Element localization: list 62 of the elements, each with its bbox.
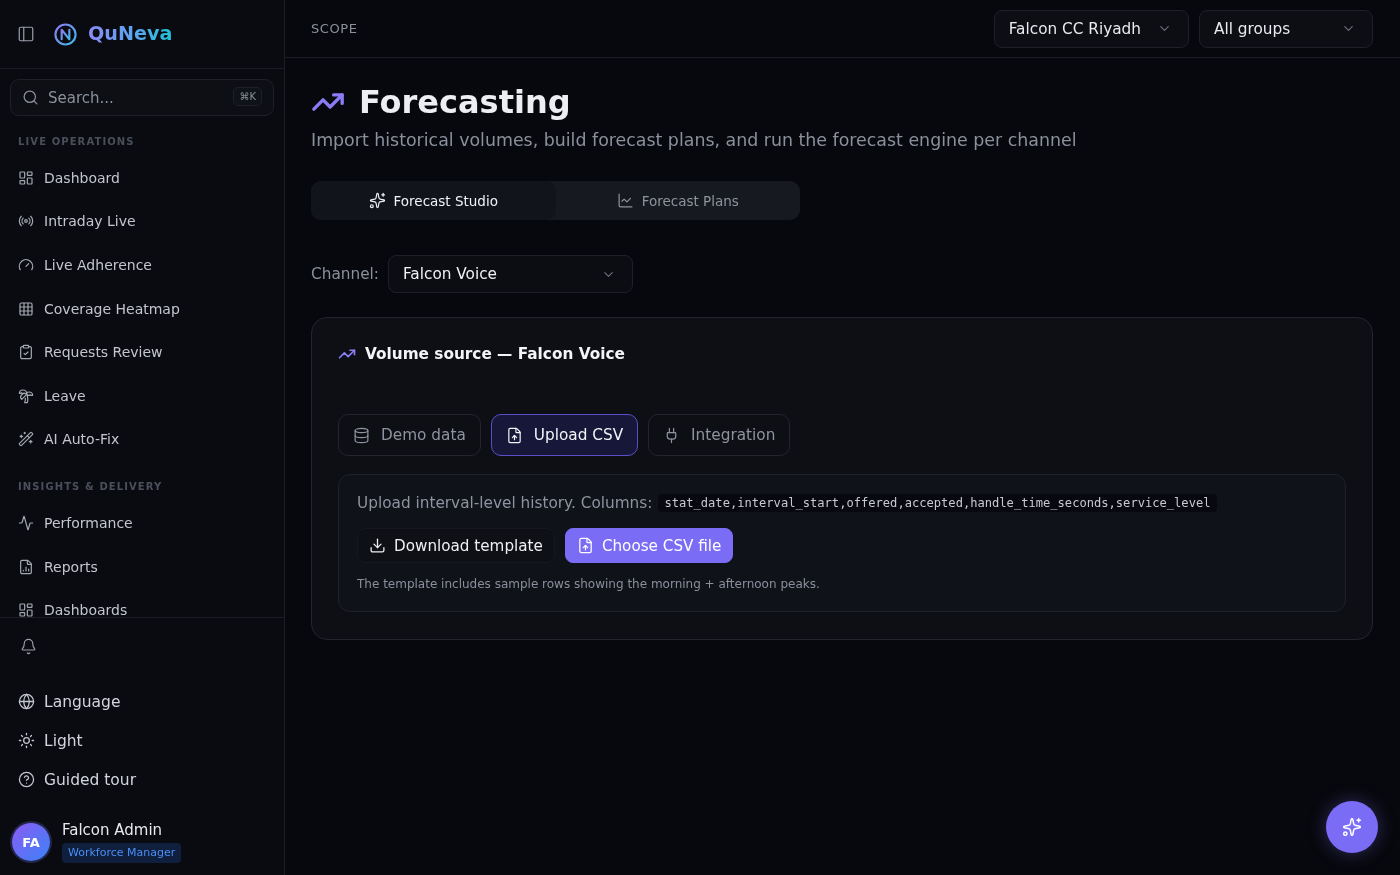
- palm-tree-icon: [18, 387, 34, 404]
- scope-dropdown[interactable]: All groups: [1199, 9, 1373, 48]
- nav-item[interactable]: Intraday Live: [10, 199, 274, 244]
- source-option[interactable]: Integration: [648, 414, 791, 456]
- source-option[interactable]: Demo data: [338, 414, 481, 456]
- layout-grid-icon: [18, 602, 34, 617]
- file-upload-icon: [505, 426, 523, 444]
- sidebar-toggle-button[interactable]: [17, 25, 35, 43]
- assistant-button[interactable]: [1326, 801, 1378, 853]
- card-title: Volume source — Falcon Voice: [365, 345, 625, 363]
- page-subtitle: Import historical volumes, build forecast plans, and run the forecast engine per channel: [311, 129, 1078, 152]
- upload-instructions: Upload interval-level history. Columns:: [357, 494, 653, 512]
- layout-grid-icon: [18, 169, 34, 186]
- bell-icon: [19, 637, 37, 655]
- footer-menu-item[interactable]: Light: [10, 721, 274, 760]
- pulse-line-icon: [18, 514, 34, 531]
- database-icon: [353, 426, 370, 444]
- globe-icon: [18, 693, 35, 710]
- magic-wand-icon: [18, 431, 34, 448]
- nav-item[interactable]: Requests Review: [10, 330, 274, 374]
- template-note: The template includes sample rows showing the morning + afternoon peaks.: [357, 577, 821, 591]
- nav-item[interactable]: Live Adherence: [10, 243, 274, 287]
- role-tag: Workforce Manager: [62, 843, 182, 863]
- section-heading: LIVE OPERATIONS: [17, 135, 136, 149]
- scope-dropdown[interactable]: Falcon CC Riyadh: [993, 9, 1189, 48]
- logo-icon: [54, 22, 77, 46]
- nav-item[interactable]: Dashboards: [10, 588, 274, 617]
- shortcut-hint: ⌘K: [233, 87, 262, 106]
- section-heading: INSIGHTS & DELIVERY: [17, 480, 164, 495]
- clipboard-check-icon: [18, 344, 34, 361]
- channel-label: Channel:: [311, 265, 379, 283]
- scope-label: SCOPE: [311, 21, 358, 36]
- tab[interactable]: Forecast Studio: [311, 181, 556, 220]
- sun-icon: [18, 732, 35, 749]
- page-title: Forecasting: [359, 82, 571, 122]
- user-avatar: FA: [12, 823, 50, 861]
- grid-icon: [18, 300, 34, 317]
- file-upload-icon: [576, 537, 594, 554]
- file-chart-icon: [18, 558, 34, 575]
- line-chart-icon: [616, 192, 634, 209]
- column-list: stat_date,interval_start,offered,accepted,handle_time_seconds,service_level: [658, 494, 1217, 512]
- nav-item[interactable]: Performance: [10, 501, 274, 545]
- help-icon: [18, 771, 35, 788]
- panel-icon: [17, 25, 35, 43]
- nav-item[interactable]: Reports: [10, 544, 274, 589]
- footer-menu-item[interactable]: Language: [10, 682, 274, 721]
- source-option[interactable]: Upload CSV: [490, 414, 639, 456]
- download-icon: [369, 537, 386, 554]
- nav-item[interactable]: Dashboard: [10, 156, 274, 200]
- nav-item[interactable]: AI Auto-Fix: [10, 417, 274, 462]
- sparkles-icon: [368, 192, 386, 209]
- user-name: Falcon Admin: [62, 821, 163, 840]
- footer-menu-item[interactable]: Guided tour: [10, 760, 274, 799]
- search-icon: [22, 89, 39, 106]
- nav-item[interactable]: Coverage Heatmap: [10, 286, 274, 331]
- download-button[interactable]: Download template: [357, 528, 555, 563]
- choose-file-button[interactable]: Choose CSV file: [564, 528, 734, 563]
- gauge-icon: [18, 257, 34, 273]
- sparkles-icon: [1342, 817, 1362, 837]
- nav-item[interactable]: Leave: [10, 373, 274, 418]
- channel-dropdown[interactable]: Falcon Voice: [387, 255, 633, 293]
- tab[interactable]: Forecast Plans: [555, 181, 800, 220]
